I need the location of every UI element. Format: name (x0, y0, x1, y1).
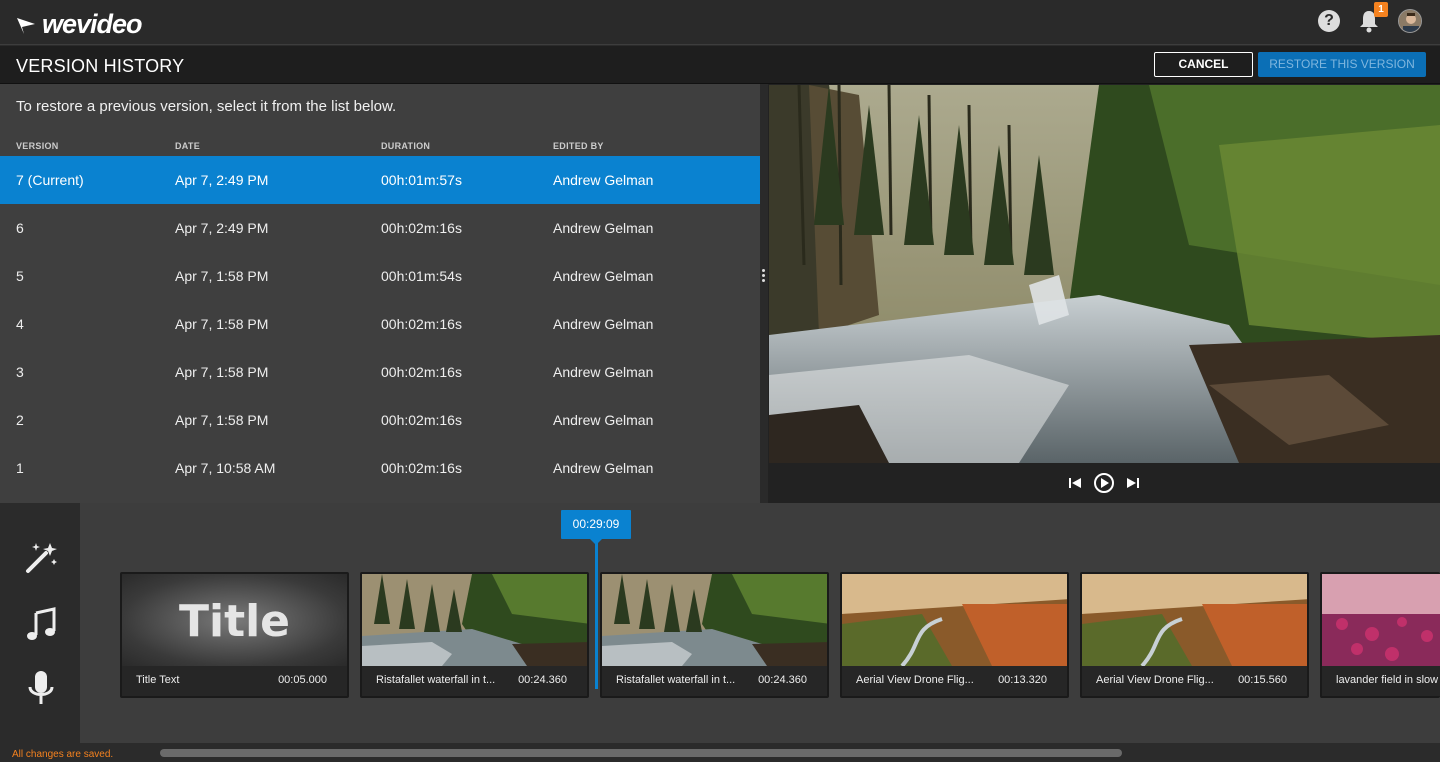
timeline-scrollbar[interactable] (160, 749, 1122, 757)
play-icon[interactable] (1093, 472, 1115, 494)
timeline-clip[interactable]: Ristafallet waterfall in t... 00:24.360 (600, 572, 829, 698)
version-number: 5 (16, 268, 24, 284)
version-duration: 00h:01m:57s (381, 172, 462, 188)
version-date: Apr 7, 1:58 PM (175, 316, 269, 332)
microphone-icon[interactable] (22, 669, 60, 707)
version-history-header: VERSION HISTORY CANCEL RESTORE THIS VERS… (0, 46, 1440, 84)
clip-duration: 00:15.560 (1238, 674, 1287, 686)
version-row[interactable]: 4 Apr 7, 1:58 PM 00h:02m:16s Andrew Gelm… (0, 300, 760, 348)
version-date: Apr 7, 1:58 PM (175, 268, 269, 284)
clip-name: Ristafallet waterfall in t... (616, 674, 736, 686)
playhead-time[interactable]: 00:29:09 (561, 510, 631, 539)
version-row[interactable]: 5 Apr 7, 1:58 PM 00h:01m:54s Andrew Gelm… (0, 252, 760, 300)
clip-thumbnail (1322, 574, 1440, 666)
timeline-clip[interactable]: Title Title Text 00:05.000 (120, 572, 349, 698)
playhead-line[interactable] (595, 539, 598, 689)
clip-name: lavander field in slow (1336, 674, 1439, 686)
version-list-panel: To restore a previous version, select it… (0, 84, 760, 503)
version-editor: Andrew Gelman (553, 364, 654, 380)
version-editor: Andrew Gelman (553, 220, 654, 236)
version-row[interactable]: 6 Apr 7, 2:49 PM 00h:02m:16s Andrew Gelm… (0, 204, 760, 252)
timeline-clip[interactable]: lavander field in slow (1320, 572, 1440, 698)
column-header-edited-by: EDITED BY (553, 141, 604, 151)
version-date: Apr 7, 1:58 PM (175, 364, 269, 380)
music-note-icon[interactable] (22, 605, 60, 643)
version-date: Apr 7, 1:58 PM (175, 412, 269, 428)
skip-back-icon[interactable] (1067, 475, 1083, 491)
clip-name: Title Text (136, 674, 180, 686)
version-duration: 00h:02m:16s (381, 460, 462, 476)
top-bar: wevideo ? 1 (0, 0, 1440, 45)
column-header-date: DATE (175, 141, 201, 151)
playhead-arrow (590, 539, 602, 545)
timeline-clip[interactable]: Ristafallet waterfall in t... 00:24.360 (360, 572, 589, 698)
timeline-tools (0, 503, 80, 743)
clip-thumb-title: Title (178, 596, 291, 647)
logo-text: wevideo (42, 9, 143, 39)
clip-duration: 00:05.000 (278, 674, 327, 686)
restore-version-button[interactable]: RESTORE THIS VERSION (1258, 52, 1426, 77)
version-date: Apr 7, 2:49 PM (175, 220, 269, 236)
clip-name: Aerial View Drone Flig... (856, 674, 974, 686)
version-editor: Andrew Gelman (553, 460, 654, 476)
version-editor: Andrew Gelman (553, 412, 654, 428)
help-icon[interactable]: ? (1318, 10, 1340, 32)
clip-duration: 00:13.320 (998, 674, 1047, 686)
clip-thumbnail (602, 574, 827, 666)
save-status: All changes are saved. (12, 749, 114, 760)
column-header-version: VERSION (16, 141, 59, 151)
version-date: Apr 7, 2:49 PM (175, 172, 269, 188)
magic-wand-icon[interactable] (22, 539, 60, 577)
timeline-clip[interactable]: Aerial View Drone Flig... 00:15.560 (1080, 572, 1309, 698)
version-editor: Andrew Gelman (553, 172, 654, 188)
panel-splitter[interactable] (760, 84, 768, 503)
version-number: 2 (16, 412, 24, 428)
version-date: Apr 7, 10:58 AM (175, 460, 276, 476)
playback-controls (768, 463, 1440, 503)
skip-forward-icon[interactable] (1125, 475, 1141, 491)
version-duration: 00h:02m:16s (381, 364, 462, 380)
clip-name: Ristafallet waterfall in t... (376, 674, 496, 686)
splitter-handle-icon (762, 269, 765, 284)
version-number: 4 (16, 316, 24, 332)
cancel-button[interactable]: CANCEL (1154, 52, 1253, 77)
version-row[interactable]: 2 Apr 7, 1:58 PM 00h:02m:16s Andrew Gelm… (0, 396, 760, 444)
version-number: 6 (16, 220, 24, 236)
version-duration: 00h:02m:16s (381, 220, 462, 236)
video-frame[interactable] (769, 85, 1440, 463)
clip-thumbnail (842, 574, 1067, 666)
instructions-text: To restore a previous version, select it… (16, 98, 397, 115)
version-number: 1 (16, 460, 24, 476)
notification-badge: 1 (1374, 2, 1388, 17)
version-row[interactable]: 7 (Current) Apr 7, 2:49 PM 00h:01m:57s A… (0, 156, 760, 204)
page-title: VERSION HISTORY (16, 56, 185, 76)
clip-duration: 00:24.360 (518, 674, 567, 686)
timeline: All changes are saved. Title Title Text … (0, 503, 1440, 762)
wevideo-logo-icon (17, 17, 35, 34)
column-header-duration: DURATION (381, 141, 431, 151)
version-duration: 00h:02m:16s (381, 316, 462, 332)
wevideo-logo[interactable]: wevideo (16, 9, 143, 40)
version-editor: Andrew Gelman (553, 268, 654, 284)
notifications-button[interactable]: 1 (1358, 2, 1388, 33)
version-row[interactable]: 1 Apr 7, 10:58 AM 00h:02m:16s Andrew Gel… (0, 444, 760, 492)
clip-duration: 00:24.360 (758, 674, 807, 686)
timeline-clip[interactable]: Aerial View Drone Flig... 00:13.320 (840, 572, 1069, 698)
video-preview-panel (768, 84, 1440, 503)
version-number: 3 (16, 364, 24, 380)
clip-thumbnail (362, 574, 587, 666)
clip-name: Aerial View Drone Flig... (1096, 674, 1214, 686)
clip-thumbnail (1082, 574, 1307, 666)
version-duration: 00h:01m:54s (381, 268, 462, 284)
version-row[interactable]: 3 Apr 7, 1:58 PM 00h:02m:16s Andrew Gelm… (0, 348, 760, 396)
clip-thumbnail: Title (122, 574, 347, 666)
avatar[interactable] (1398, 9, 1422, 33)
version-duration: 00h:02m:16s (381, 412, 462, 428)
version-editor: Andrew Gelman (553, 316, 654, 332)
version-number: 7 (Current) (16, 172, 84, 188)
